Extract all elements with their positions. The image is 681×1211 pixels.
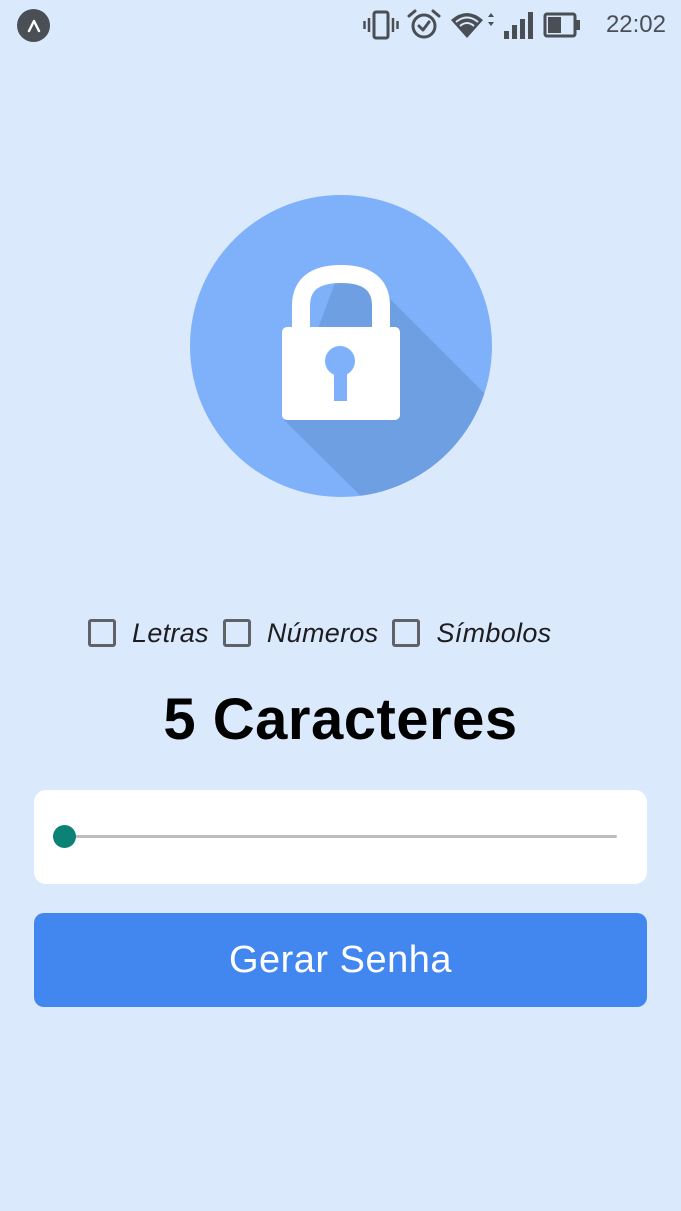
option-numeros[interactable]: Números <box>222 617 379 649</box>
vibrate-icon <box>363 10 399 40</box>
slider-thumb[interactable] <box>52 825 76 848</box>
battery-icon <box>543 12 580 38</box>
generate-password-button[interactable]: Gerar Senha <box>34 913 647 1007</box>
letras-checkbox[interactable] <box>88 619 116 647</box>
signal-icon <box>504 12 533 39</box>
option-label: Números <box>266 617 379 648</box>
alarm-icon <box>407 9 441 39</box>
length-title: 5 Caracteres <box>163 687 518 752</box>
option-simbolos[interactable]: Símbolos <box>392 618 551 649</box>
status-icons <box>363 6 581 44</box>
lock-icon <box>190 195 492 497</box>
status-bar: 22:02 <box>0 0 681 50</box>
length-slider-card <box>34 790 647 884</box>
numeros-checkbox[interactable] <box>222 619 251 647</box>
status-time: 22:02 <box>605 11 666 38</box>
length-slider[interactable] <box>52 825 617 848</box>
wifi-icon <box>451 13 494 38</box>
app-badge-icon <box>17 9 50 42</box>
option-letras[interactable]: Letras <box>88 618 209 649</box>
option-label: Letras <box>132 617 209 648</box>
simbolos-checkbox[interactable] <box>392 619 421 647</box>
options-row: Letras Números Símbolos <box>88 614 551 652</box>
option-label: Símbolos <box>436 617 552 648</box>
